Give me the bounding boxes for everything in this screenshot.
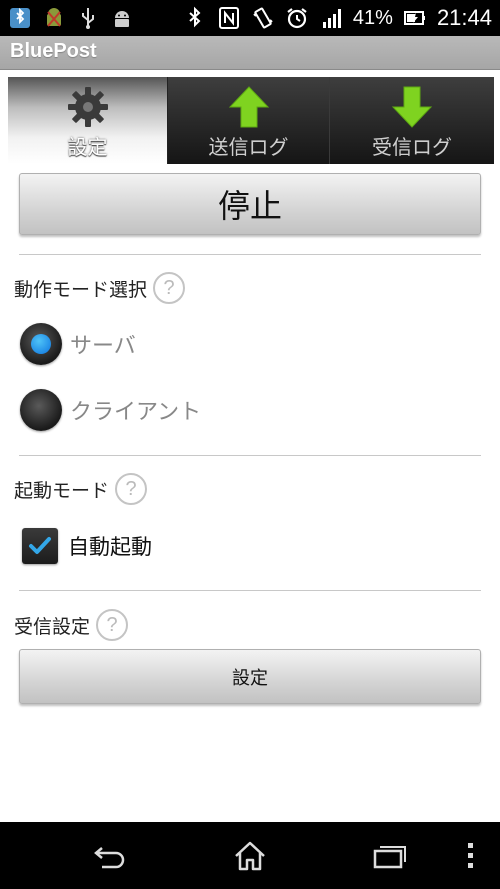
android-icon xyxy=(115,11,129,27)
overflow-menu-icon xyxy=(468,842,473,868)
recent-apps-icon xyxy=(373,845,406,868)
arrow-down-icon xyxy=(391,86,433,128)
battery-percent: 41% xyxy=(352,6,393,29)
tab-send-log[interactable]: 送信ログ xyxy=(168,77,330,164)
bluetooth-app-icon xyxy=(10,7,30,28)
bluetooth-icon xyxy=(189,6,201,28)
radio-button[interactable] xyxy=(20,389,62,431)
android-debug-icon xyxy=(47,8,61,27)
boot-section-title: 起動モード xyxy=(14,479,110,502)
home-button[interactable] xyxy=(220,822,280,889)
usb-icon xyxy=(82,8,94,29)
tab-bar: 設定 送信ログ 受信ログ xyxy=(8,77,494,164)
overflow-menu-button[interactable] xyxy=(456,822,486,889)
status-bar-left xyxy=(8,4,134,32)
auto-start-checkbox[interactable] xyxy=(22,528,58,564)
radio-label-client: クライアント xyxy=(70,400,202,425)
status-bar-right: 41% 21:44 xyxy=(183,4,492,32)
alarm-icon xyxy=(287,8,307,29)
action-bar: BluePost xyxy=(0,36,500,70)
receive-settings-button[interactable]: 設定 xyxy=(19,649,481,704)
divider xyxy=(19,455,481,456)
home-icon xyxy=(235,841,265,870)
clock: 21:44 xyxy=(436,5,492,30)
tab-settings[interactable]: 設定 xyxy=(8,77,168,164)
radio-label-server: サーバ xyxy=(70,334,136,359)
boot-section-label: 起動モード ? xyxy=(14,473,148,505)
tab-receive-log[interactable]: 受信ログ xyxy=(330,77,494,164)
tab-label: 設定 xyxy=(67,135,108,159)
vibrate-icon xyxy=(253,7,273,29)
tab-label: 受信ログ xyxy=(372,135,452,159)
signal-icon xyxy=(322,9,341,28)
mode-section-title: 動作モード選択 xyxy=(14,278,148,301)
mode-section-label: 動作モード選択 ? xyxy=(14,272,186,304)
back-icon xyxy=(94,846,125,868)
auto-start-checkbox-row[interactable]: 自動起動 xyxy=(22,527,152,565)
radio-client[interactable]: クライアント xyxy=(20,387,201,433)
help-icon[interactable]: ? xyxy=(96,609,129,641)
tab-label: 送信ログ xyxy=(208,135,289,159)
help-icon[interactable]: ? xyxy=(153,272,186,304)
navigation-bar xyxy=(0,822,500,889)
arrow-up-icon xyxy=(228,86,269,128)
stop-button[interactable]: 停止 xyxy=(19,173,481,235)
divider xyxy=(19,254,481,255)
divider xyxy=(19,590,481,591)
back-button[interactable] xyxy=(80,822,140,889)
checkmark-icon xyxy=(29,537,51,554)
auto-start-label: 自動起動 xyxy=(68,535,152,559)
help-icon[interactable]: ? xyxy=(115,473,148,505)
gear-icon xyxy=(67,87,108,127)
recent-apps-button[interactable] xyxy=(360,822,420,889)
nfc-icon xyxy=(218,7,239,29)
radio-button-selected[interactable] xyxy=(20,323,62,365)
radio-server[interactable]: サーバ xyxy=(20,321,136,367)
status-bar: 41% 21:44 xyxy=(0,0,500,36)
battery-icon xyxy=(403,11,425,25)
app-title: BluePost xyxy=(10,40,97,62)
receive-section-title: 受信設定 xyxy=(14,615,91,638)
receive-section-label: 受信設定 ? xyxy=(14,609,129,641)
